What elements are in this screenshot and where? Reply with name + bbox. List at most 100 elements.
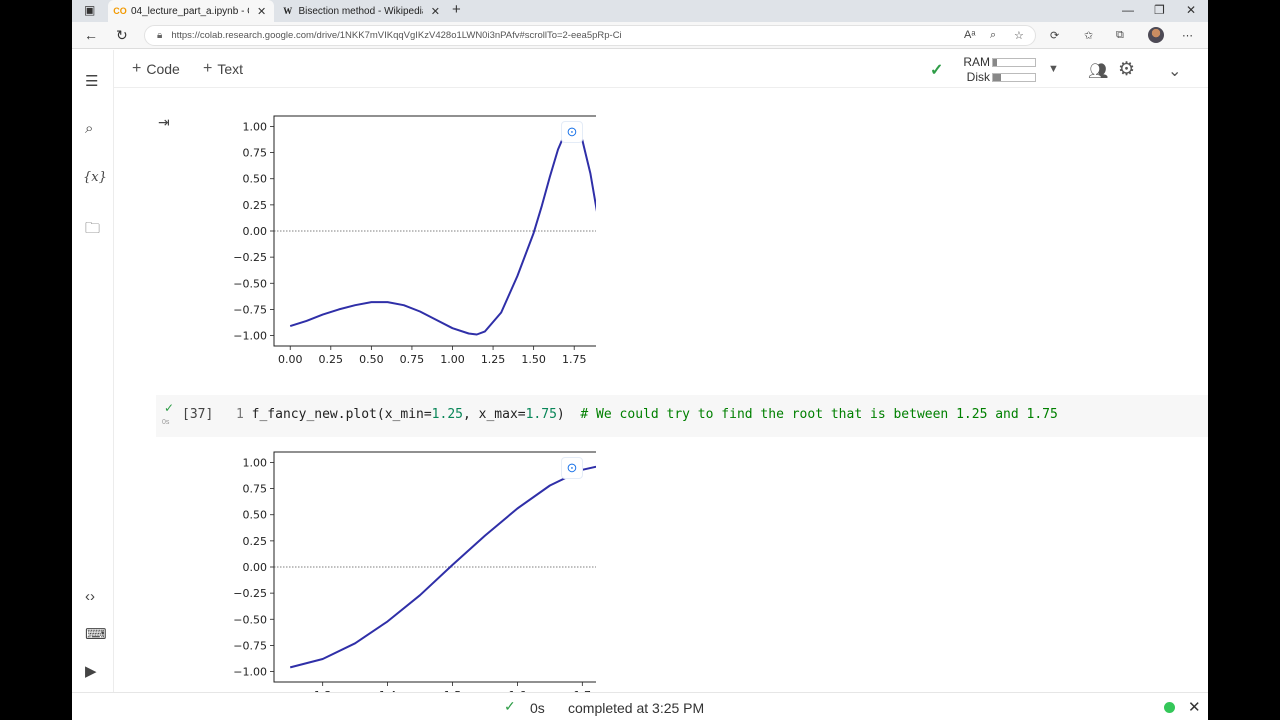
close-tab-icon[interactable]: ✕ bbox=[431, 5, 440, 18]
maximize-icon[interactable]: ❐ bbox=[1154, 3, 1165, 17]
table-of-contents-icon[interactable]: ☰ bbox=[85, 72, 98, 90]
disk-label: Disk bbox=[966, 70, 990, 84]
x-tick-label: 1.50 bbox=[521, 353, 546, 366]
tab-title: 04_lecture_part_a.ipynb - Colabo bbox=[131, 5, 249, 17]
view-image-icon[interactable]: ⊙ bbox=[561, 457, 583, 479]
x-tick-label: 1.75 bbox=[562, 353, 587, 366]
profile-avatar[interactable] bbox=[1148, 27, 1164, 43]
line-number: 1 bbox=[236, 407, 244, 422]
disk-meter bbox=[992, 73, 1036, 82]
add-code-button[interactable]: + Code bbox=[132, 60, 180, 78]
line-chart-1: 1.00 0.75 0.50 0.25 0.00 −0.25 −0.50 −0.75 −1.00… bbox=[233, 115, 632, 366]
code-text: f_fancy_new.plot(x_min= bbox=[251, 407, 432, 422]
connected-check-icon: ✓ bbox=[930, 62, 944, 79]
url-field[interactable]: 🔒︎ https://colab.research.google.com/dri… bbox=[144, 25, 1036, 46]
view-image-icon[interactable]: ⊙ bbox=[561, 121, 583, 143]
back-icon[interactable]: ← bbox=[84, 27, 98, 43]
status-check-icon: ✓ bbox=[504, 698, 516, 714]
colab-toolbar: + Code + Text ✓ RAM Disk ▼ 👥︎ ⚙ ⌄ bbox=[72, 50, 1208, 88]
close-status-icon[interactable]: ✕ bbox=[1188, 698, 1201, 716]
read-aloud-icon[interactable]: Aᵃ bbox=[964, 29, 975, 41]
y-tick-label: 0.00 bbox=[243, 561, 268, 574]
new-tab-icon[interactable]: + bbox=[452, 1, 461, 18]
favorites-bar-icon[interactable]: ✩ bbox=[1084, 29, 1093, 42]
y-tick-label: −0.50 bbox=[233, 277, 267, 290]
ram-meter-fill bbox=[993, 59, 998, 66]
y-tick-label: −1.00 bbox=[233, 666, 267, 679]
cell-duration: 0s bbox=[162, 419, 170, 426]
zoom-icon[interactable]: ⌕ bbox=[990, 29, 996, 42]
reload-icon[interactable]: ↻ bbox=[116, 27, 128, 44]
minimize-icon[interactable]: — bbox=[1122, 3, 1134, 17]
colab-favicon-icon: CO bbox=[113, 6, 127, 16]
y-tick-label: 1.00 bbox=[243, 456, 268, 469]
y-tick-label: 0.50 bbox=[243, 173, 268, 186]
y-tick-label: 0.00 bbox=[243, 225, 268, 238]
status-duration: 0s bbox=[530, 700, 545, 716]
add-text-label: Text bbox=[217, 61, 244, 77]
y-tick-label: 1.00 bbox=[243, 120, 268, 133]
x-tick-label: 0.75 bbox=[400, 353, 425, 366]
y-tick-label: 0.50 bbox=[243, 509, 268, 522]
code-cell-37[interactable]: ✓ 0s [37] 1 f_fancy_new.plot(x_min=1.25,… bbox=[156, 395, 1208, 437]
tab-strip: ▣ CO 04_lecture_part_a.ipynb - Colabo ✕ … bbox=[72, 0, 1208, 22]
output-actions-icon[interactable]: ⇥ bbox=[158, 114, 170, 131]
variables-icon[interactable]: {x} bbox=[83, 170, 107, 185]
status-bar: ✓ 0s completed at 3:25 PM ✕ bbox=[72, 692, 1208, 720]
favorite-icon[interactable]: ☆ bbox=[1014, 29, 1024, 42]
ram-label: RAM bbox=[963, 55, 990, 69]
more-menu-icon[interactable]: ⋯ bbox=[1182, 29, 1193, 42]
command-palette-icon[interactable]: ⌨︎ bbox=[85, 625, 107, 643]
series-line bbox=[289, 125, 616, 336]
ram-meter bbox=[992, 58, 1036, 67]
tab-colab[interactable]: CO 04_lecture_part_a.ipynb - Colabo ✕ bbox=[108, 0, 274, 22]
connection-status-dot bbox=[1164, 702, 1175, 713]
code-number: 1.75 bbox=[525, 407, 557, 422]
disk-meter-fill bbox=[993, 74, 1002, 81]
code-text: ) bbox=[556, 407, 565, 422]
resources-dropdown-icon[interactable]: ▼ bbox=[1048, 63, 1059, 75]
wikipedia-favicon-icon: W bbox=[283, 6, 293, 16]
code-line[interactable]: 1 f_fancy_new.plot(x_min=1.25, x_max=1.7… bbox=[236, 407, 1058, 422]
plus-icon: + bbox=[203, 60, 213, 77]
plot-output-2: 1.00 0.75 0.50 0.25 0.00 −0.25 −0.50 −0.75 −1.00… bbox=[186, 448, 632, 692]
left-sidebar: ☰ ⌕ {x} 🗀︎ ‹› ⌨︎ ▶︎ bbox=[72, 50, 114, 692]
extensions-icon[interactable]: ⟳ bbox=[1050, 29, 1059, 42]
close-tab-icon[interactable]: ✕ bbox=[257, 5, 266, 18]
y-tick-label: −0.25 bbox=[233, 587, 267, 600]
collections-icon[interactable]: ⧉ bbox=[1116, 29, 1124, 42]
y-tick-label: 0.25 bbox=[243, 535, 268, 548]
lock-icon: 🔒︎ bbox=[157, 30, 163, 41]
share-people-icon[interactable]: 👥︎ bbox=[1088, 61, 1108, 81]
code-snippets-icon[interactable]: ‹› bbox=[85, 588, 95, 605]
url-text: https://colab.research.google.com/drive/… bbox=[171, 30, 622, 41]
x-tick-label: 0.50 bbox=[359, 353, 384, 366]
plot-output-1: 1.00 0.75 0.50 0.25 0.00 −0.25 −0.50 −0.75 −1.00… bbox=[186, 112, 632, 379]
add-text-button[interactable]: + Text bbox=[203, 60, 243, 78]
x-tick-label: 0.25 bbox=[319, 353, 344, 366]
y-tick-label: −0.50 bbox=[233, 613, 267, 626]
line-chart-2: 1.00 0.75 0.50 0.25 0.00 −0.25 −0.50 −0.75 −1.00… bbox=[233, 451, 632, 692]
tab-actions-icon[interactable]: ▣ bbox=[84, 3, 95, 17]
x-tick-label: 1.25 bbox=[481, 353, 506, 366]
search-icon[interactable]: ⌕ bbox=[85, 120, 93, 137]
browser-window: ▣ CO 04_lecture_part_a.ipynb - Colabo ✕ … bbox=[72, 0, 1208, 720]
status-text: completed at 3:25 PM bbox=[568, 700, 705, 716]
code-number: 1.25 bbox=[431, 407, 463, 422]
settings-gear-icon[interactable]: ⚙ bbox=[1118, 58, 1135, 81]
close-window-icon[interactable]: ✕ bbox=[1186, 3, 1196, 17]
y-tick-label: 0.75 bbox=[243, 147, 268, 160]
y-tick-label: −0.75 bbox=[233, 303, 267, 316]
files-folder-icon[interactable]: 🗀︎ bbox=[85, 218, 100, 243]
series-line bbox=[289, 461, 616, 669]
address-bar-row: ← ↻ 🔒︎ https://colab.research.google.com… bbox=[72, 22, 1208, 49]
y-tick-label: −1.00 bbox=[233, 330, 267, 343]
y-tick-label: −0.25 bbox=[233, 251, 267, 264]
y-tick-label: −0.75 bbox=[233, 639, 267, 652]
add-code-label: Code bbox=[146, 61, 180, 77]
collapse-chevron-icon[interactable]: ⌄ bbox=[1168, 61, 1181, 81]
notebook-area: ⇥ 1.00 0.75 0.50 0.25 0.00 −0.25 −0.50 −0.75 −1.… bbox=[114, 88, 1208, 692]
code-comment: # We could try to find the root that is … bbox=[580, 407, 1058, 422]
terminal-icon[interactable]: ▶︎ bbox=[85, 662, 97, 680]
tab-wikipedia[interactable]: W Bisection method - Wikipedia ✕ bbox=[276, 0, 446, 22]
